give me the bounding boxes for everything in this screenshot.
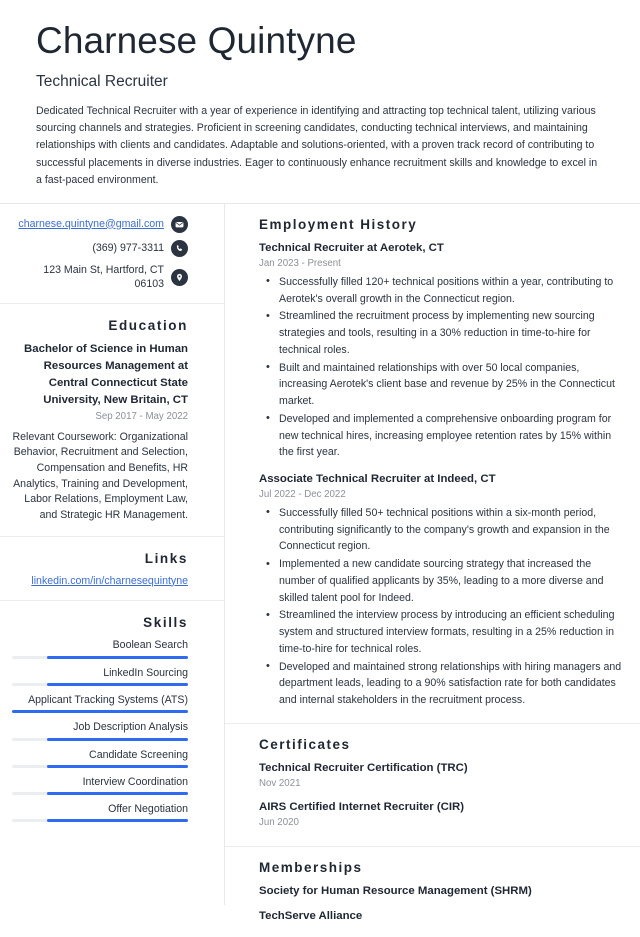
employment-block: Employment History Technical Recruiter a…: [225, 204, 640, 724]
skill-level-bar: [12, 710, 188, 714]
skill-item: Offer Negotiation: [12, 802, 188, 823]
linkedin-link[interactable]: linkedin.com/in/charnesequintyne: [31, 575, 188, 587]
skill-level-bar: [12, 792, 188, 796]
certificates-block: Certificates Technical Recruiter Certifi…: [225, 724, 640, 847]
skill-level-bar: [12, 737, 188, 741]
link-item[interactable]: linkedin.com/in/charnesequintyne: [12, 574, 188, 589]
employment-entry: Associate Technical Recruiter at Indeed,…: [259, 472, 622, 709]
employment-bullet: Implemented a new candidate sourcing str…: [266, 556, 622, 606]
skill-level-fill: [47, 737, 188, 741]
phone-number: (369) 977-3311: [92, 241, 164, 254]
professional-summary: Dedicated Technical Recruiter with a yea…: [36, 105, 598, 186]
certificate-entry: Technical Recruiter Certification (TRC) N…: [259, 761, 622, 791]
envelope-icon: [171, 215, 188, 233]
education-heading: Education: [108, 318, 188, 334]
education-description: Relevant Coursework: Organizational Beha…: [12, 430, 188, 521]
skill-level-fill: [47, 792, 188, 796]
resume-header: Charnese Quintyne Technical Recruiter De…: [0, 0, 640, 203]
employment-entry-date: Jan 2023 - Present: [259, 258, 341, 270]
education-block: Education Bachelor of Science in Human R…: [0, 304, 224, 537]
employment-list: Technical Recruiter at Aerotek, CT Jan 20…: [259, 241, 622, 709]
skill-level-bar: [12, 819, 188, 823]
skill-level-bar: [12, 682, 188, 686]
skill-item: Candidate Screening: [12, 748, 188, 768]
memberships-block: Memberships Society for Human Resource M…: [225, 847, 640, 937]
skill-label: LinkedIn Sourcing: [103, 666, 188, 679]
skill-label: Job Description Analysis: [73, 721, 188, 734]
phone-icon: [171, 239, 188, 257]
employment-entry-title: Associate Technical Recruiter at Indeed,…: [259, 472, 496, 485]
memberships-list: Society for Human Resource Management (S…: [259, 884, 622, 925]
page-title: Charnese Quintyne: [36, 20, 357, 61]
certificate-title: AIRS Certified Internet Recruiter (CIR): [259, 800, 465, 813]
employment-bullet: Streamlined the interview process by int…: [266, 607, 622, 657]
skill-level-fill: [47, 655, 188, 659]
employment-bullet: Successfully filled 50+ technical positi…: [266, 504, 622, 555]
skill-level-fill: [12, 710, 188, 714]
email-link[interactable]: charnese.quintyne@gmail.com: [18, 218, 164, 232]
certificate-title: Technical Recruiter Certification (TRC): [259, 761, 468, 774]
skill-item: LinkedIn Sourcing: [12, 666, 188, 686]
skill-level-fill: [47, 682, 188, 686]
membership-entry: TechServe Alliance: [259, 910, 363, 923]
skill-level-bar: [12, 764, 188, 768]
skill-label: Interview Coordination: [82, 775, 188, 788]
employment-bullet: Developed and implemented a comprehensiv…: [266, 410, 622, 461]
skills-block: Skills Boolean Search LinkedIn Sourcing Ap…: [0, 601, 224, 834]
sidebar: charnese.quintyne@gmail.com (369) 977-33…: [0, 203, 225, 905]
skills-heading: Skills: [143, 615, 188, 631]
employment-bullet-list: Successfully filled 50+ technical positi…: [259, 504, 622, 709]
links-block: Links linkedin.com/in/charnesequintyne: [0, 537, 224, 602]
education-degree: Bachelor of Science in Human Resources M…: [24, 343, 188, 407]
skill-label: Candidate Screening: [89, 748, 188, 761]
education-date: Sep 2017 - May 2022: [95, 410, 188, 422]
skill-item: Interview Coordination: [12, 775, 188, 796]
employment-entry-title: Technical Recruiter at Aerotek, CT: [259, 241, 444, 254]
skill-label: Offer Negotiation: [108, 803, 188, 816]
certificates-list: Technical Recruiter Certification (TRC) N…: [259, 761, 622, 830]
job-title: Technical Recruiter: [36, 72, 168, 90]
skills-list: Boolean Search LinkedIn Sourcing Applicant…: [12, 638, 188, 823]
contact-email-row[interactable]: charnese.quintyne@gmail.com: [12, 215, 188, 233]
contact-address-row[interactable]: 123 Main St, Hartford, CT 06103: [12, 264, 188, 292]
employment-heading: Employment History: [259, 216, 418, 232]
skill-item: Applicant Tracking Systems (ATS): [12, 693, 188, 714]
skill-item: Boolean Search: [12, 638, 188, 659]
employment-bullet: Streamlined the recruitment process by i…: [266, 308, 622, 358]
skill-level-fill: [47, 819, 188, 823]
employment-entry-date: Jul 2022 - Dec 2022: [259, 489, 346, 501]
certificate-date: Jun 2020: [259, 817, 299, 829]
certificates-heading: Certificates: [259, 736, 351, 752]
skill-label: Applicant Tracking Systems (ATS): [28, 693, 188, 706]
membership-entry: Society for Human Resource Management (S…: [259, 884, 532, 897]
skill-item: Job Description Analysis: [12, 720, 188, 741]
skill-level-fill: [47, 764, 188, 768]
skill-label: Boolean Search: [112, 639, 188, 652]
employment-entry: Technical Recruiter at Aerotek, CT Jan 20…: [259, 241, 622, 461]
employment-bullet: Developed and maintained strong relation…: [266, 658, 622, 709]
address-text: 123 Main St, Hartford, CT 06103: [43, 263, 164, 290]
links-heading: Links: [144, 550, 188, 566]
skill-level-bar: [12, 655, 188, 659]
location-pin-icon: [171, 269, 188, 287]
employment-bullet: Successfully filled 120+ technical posit…: [266, 273, 622, 307]
contact-phone-row[interactable]: (369) 977-3311: [12, 239, 188, 257]
certificate-date: Nov 2021: [259, 778, 301, 790]
contact-block: charnese.quintyne@gmail.com (369) 977-33…: [0, 204, 224, 305]
employment-bullet: Built and maintained relationships with …: [266, 359, 622, 410]
resume-body: charnese.quintyne@gmail.com (369) 977-33…: [0, 203, 640, 922]
employment-bullet-list: Successfully filled 120+ technical posit…: [259, 273, 622, 461]
main-column: Employment History Technical Recruiter a…: [225, 204, 640, 922]
certificate-entry: AIRS Certified Internet Recruiter (CIR) J…: [259, 800, 622, 830]
memberships-heading: Memberships: [259, 859, 363, 875]
resume-document: Charnese Quintyne Technical Recruiter De…: [0, 0, 640, 922]
